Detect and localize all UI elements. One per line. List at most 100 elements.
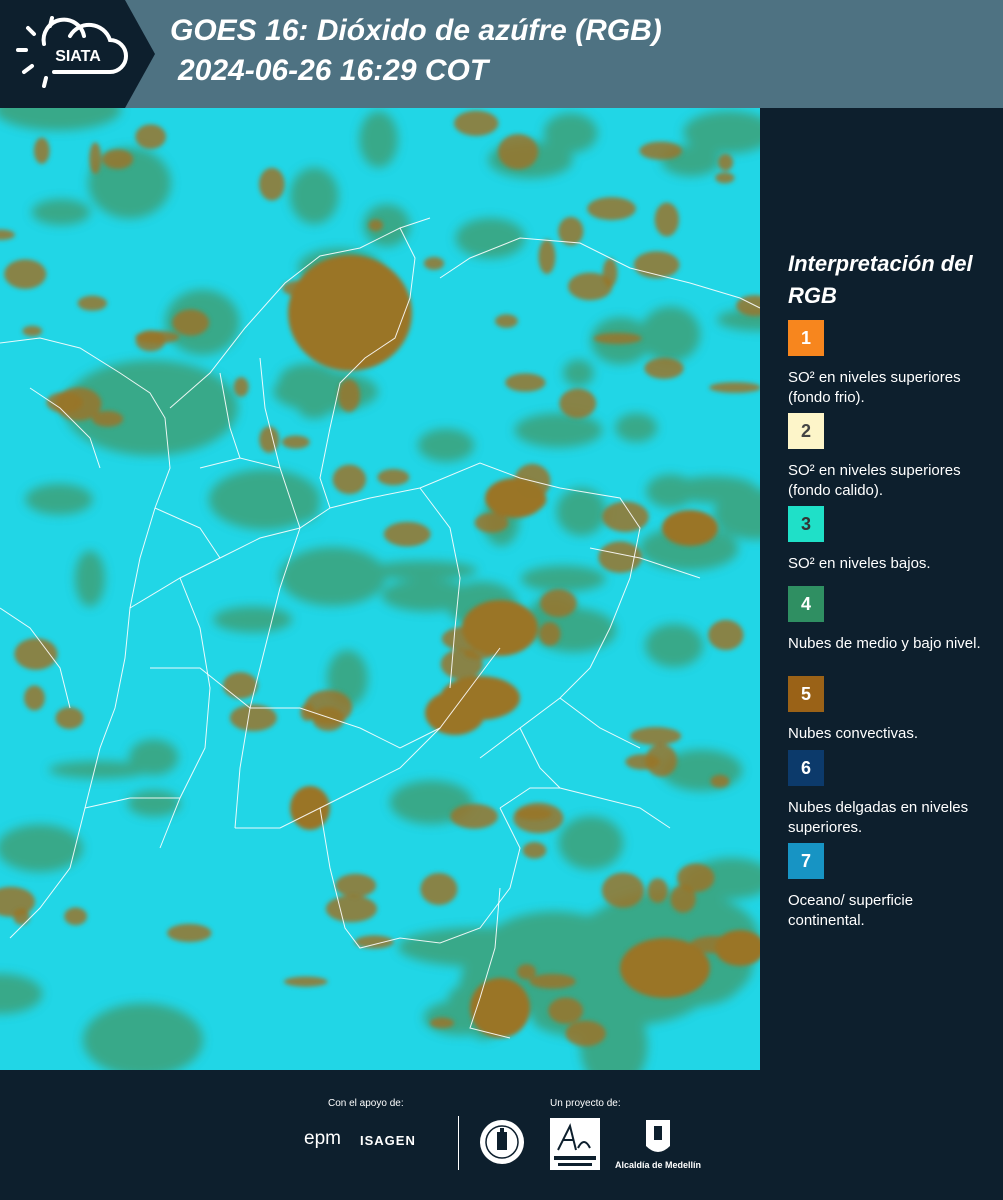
convective-cloud — [538, 239, 556, 275]
convective-cloud — [587, 197, 636, 221]
convective-cloud — [670, 884, 696, 913]
low-cloud-area — [520, 565, 606, 593]
convective-cloud — [259, 167, 285, 201]
convective-cloud — [22, 325, 43, 337]
convective-cloud — [453, 110, 499, 137]
convective-cloud — [559, 388, 597, 419]
convective-cloud — [497, 134, 539, 170]
convective-cloud — [14, 638, 58, 670]
convective-cloud — [167, 923, 212, 943]
low-cloud-area — [279, 547, 387, 607]
convective-cloud — [708, 619, 744, 651]
medellin-seal-icon[interactable] — [478, 1118, 526, 1166]
legend-item-7: 7 Oceano/ superficie continental. — [788, 843, 993, 931]
convective-cloud — [654, 202, 679, 237]
convective-cloud — [425, 691, 485, 735]
convective-cloud — [565, 1020, 606, 1047]
convective-cloud — [567, 272, 613, 301]
logo-panel: SIATA — [0, 0, 155, 108]
convective-cloud — [644, 357, 684, 379]
legend-label: Nubes delgadas en niveles superiores. — [788, 799, 969, 836]
convective-cloud — [515, 807, 552, 821]
convective-cloud — [715, 172, 735, 184]
legend-item-1: 1 SO² en niveles superiores (fondo frio). — [788, 320, 993, 408]
alcaldia-logo[interactable]: Alcaldía de Medellín — [612, 1116, 704, 1174]
convective-cloud — [429, 1017, 455, 1029]
low-cloud-area — [543, 113, 598, 153]
legend-label: Nubes convectivas. — [788, 725, 919, 742]
low-cloud-area — [646, 474, 695, 509]
convective-cloud — [464, 648, 494, 660]
legend-title: Interpretación del RGB — [788, 251, 973, 308]
convective-cloud — [474, 512, 509, 533]
low-cloud-area — [31, 198, 91, 226]
convective-cloud — [259, 426, 280, 453]
satellite-map[interactable] — [0, 108, 760, 1070]
low-cloud-area — [563, 359, 594, 387]
convective-cloud — [354, 935, 394, 949]
map-svg — [0, 108, 760, 1070]
legend-swatch: 3 — [788, 506, 824, 542]
low-cloud-area — [514, 412, 603, 448]
convective-cloud — [282, 280, 319, 297]
convective-cloud — [325, 895, 378, 923]
convective-cloud — [420, 872, 458, 906]
convective-cloud — [539, 621, 561, 646]
convective-cloud — [377, 469, 410, 486]
convective-cloud — [662, 510, 718, 546]
convective-cloud — [517, 963, 537, 980]
siata-logo[interactable]: SIATA — [14, 14, 129, 94]
convective-cloud — [625, 754, 661, 770]
convective-cloud — [77, 295, 108, 311]
low-cloud-area — [359, 111, 399, 168]
legend-swatch: 6 — [788, 750, 824, 786]
convective-cloud — [505, 373, 546, 392]
area-metropolitana-logo[interactable] — [550, 1118, 600, 1170]
legend-label: SO² en niveles superiores (fondo calido)… — [788, 462, 961, 499]
convective-cloud — [283, 976, 328, 987]
convective-cloud — [89, 142, 102, 175]
convective-cloud — [290, 786, 330, 830]
convective-cloud — [601, 872, 645, 908]
convective-cloud — [135, 124, 167, 149]
convective-cloud — [639, 141, 683, 160]
convective-cloud — [332, 464, 367, 495]
low-cloud-area — [645, 623, 704, 668]
low-cloud-area — [128, 739, 179, 776]
epm-logo[interactable]: epm — [304, 1128, 341, 1150]
legend-item-5: 5 Nubes convectivas. — [788, 676, 993, 744]
convective-cloud — [222, 672, 258, 699]
logo-text: SIATA — [55, 48, 101, 65]
low-cloud-area — [455, 217, 526, 259]
legend-item-2: 2 SO² en niveles superiores (fondo calido… — [788, 413, 993, 501]
legend-swatch: 4 — [788, 586, 824, 622]
page-title: GOES 16: Dióxido de azúfre (RGB) — [170, 14, 662, 47]
legend-label: SO² en niveles bajos. — [788, 555, 931, 572]
convective-cloud — [470, 978, 530, 1038]
legend-item-3: 3 SO² en niveles bajos. — [788, 506, 993, 574]
convective-cloud — [368, 219, 384, 232]
convective-cloud — [593, 332, 642, 345]
legend-panel: Interpretación del RGB 1 SO² en niveles s… — [760, 108, 1003, 1070]
low-cloud-area — [208, 469, 321, 530]
project-label: Un proyecto de: — [550, 1098, 621, 1109]
alcaldia-name: Alcaldía de Medellín — [614, 1160, 702, 1170]
low-cloud-area — [615, 413, 658, 443]
convective-cloud — [540, 589, 577, 618]
legend-label: Oceano/ superficie continental. — [788, 892, 914, 929]
low-cloud-area — [213, 606, 293, 633]
low-cloud-area — [640, 306, 701, 362]
legend-swatch: 7 — [788, 843, 824, 879]
low-cloud-area — [417, 428, 475, 462]
footer-divider — [458, 1116, 459, 1170]
convective-cloud — [233, 377, 249, 397]
alcaldia-shield-icon — [646, 1120, 670, 1152]
convective-cloud — [710, 774, 730, 788]
convective-cloud — [172, 309, 210, 336]
convective-cloud — [450, 803, 499, 829]
convective-cloud — [55, 707, 84, 730]
convective-cloud — [229, 704, 277, 732]
convective-cloud — [709, 382, 760, 394]
low-cloud-area — [299, 402, 330, 419]
isagen-logo[interactable]: ISAGEN — [360, 1133, 416, 1148]
